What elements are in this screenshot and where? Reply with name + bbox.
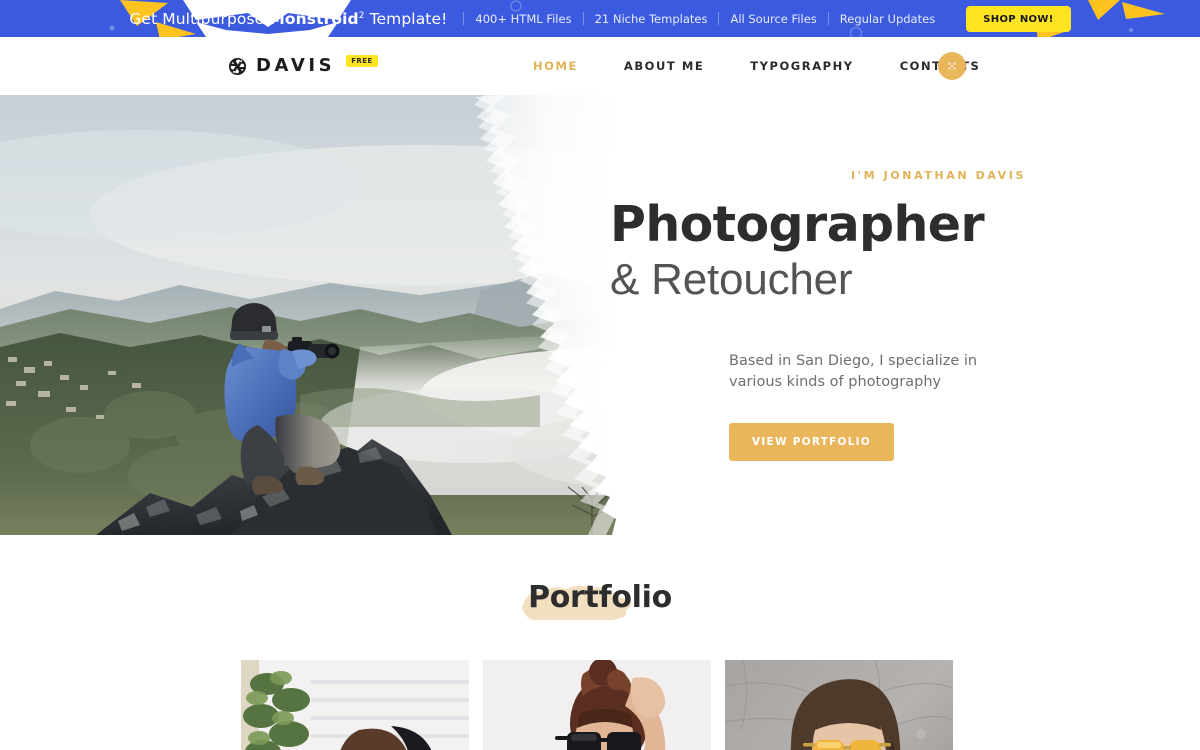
portfolio-grid [0, 660, 1200, 750]
brand-free-badge: FREE [346, 55, 378, 67]
view-portfolio-button[interactable]: VIEW PORTFOLIO [729, 422, 894, 461]
promo-link-source-files[interactable]: All Source Files [719, 12, 827, 26]
hero-content: I'M JONATHAN DAVIS Photographer & Retouc… [610, 95, 1149, 535]
grid-dots-icon [948, 62, 956, 70]
promo-title-brand: Monstroid [269, 9, 359, 28]
promo-link-html-files[interactable]: 400+ HTML Files [464, 12, 582, 26]
nav-item-typography[interactable]: TYPOGRAPHY [727, 59, 876, 73]
header-action-button[interactable] [938, 52, 966, 80]
shop-now-button[interactable]: SHOP NOW! [966, 5, 1071, 32]
hero-heading: Photographer [610, 196, 985, 254]
promo-banner: Get Multipurpose Monstroid2 Template! 40… [0, 0, 1200, 37]
promo-title-suffix: Template! [364, 9, 448, 28]
hero-eyebrow: I'M JONATHAN DAVIS [850, 169, 1027, 183]
brand-name: DAVIS [256, 55, 336, 76]
nav-item-about-me[interactable]: ABOUT ME [601, 59, 727, 73]
hero-section: I'M JONATHAN DAVIS Photographer & Retouc… [0, 95, 1200, 535]
portfolio-photo-woman-by-plants [241, 660, 469, 750]
promo-title-prefix: Get Multipurpose [129, 9, 270, 28]
promo-links: 400+ HTML Files 21 Niche Templates All S… [463, 12, 946, 26]
main-navigation: HOME ABOUT ME TYPOGRAPHY CONTACTS [533, 59, 1003, 73]
site-header: DAVIS FREE HOME ABOUT ME TYPOGRAPHY CONT… [0, 37, 1200, 95]
portfolio-item-2[interactable] [483, 660, 711, 750]
promo-link-regular-updates[interactable]: Regular Updates [829, 12, 946, 26]
promo-link-niche-templates[interactable]: 21 Niche Templates [584, 12, 719, 26]
hero-description: Based in San Diego, I specialize in vari… [729, 352, 978, 390]
portfolio-section: Portfolio [0, 535, 1200, 750]
torn-paper-edge [474, 95, 710, 535]
portfolio-item-3[interactable] [725, 660, 953, 750]
camera-aperture-icon [228, 57, 247, 75]
portfolio-photo-woman-sunglasses [483, 660, 711, 750]
portfolio-item-1[interactable] [241, 660, 469, 750]
portfolio-photo-woman-yellow-sunglasses [725, 660, 953, 750]
brand-logo[interactable]: DAVIS FREE [228, 55, 378, 76]
promo-title: Get Multipurpose Monstroid2 Template! [129, 10, 447, 28]
hero-subheading: & Retoucher [610, 255, 853, 305]
nav-item-home[interactable]: HOME [533, 59, 601, 73]
portfolio-title: Portfolio [528, 580, 672, 615]
portfolio-header: Portfolio [0, 535, 1200, 660]
